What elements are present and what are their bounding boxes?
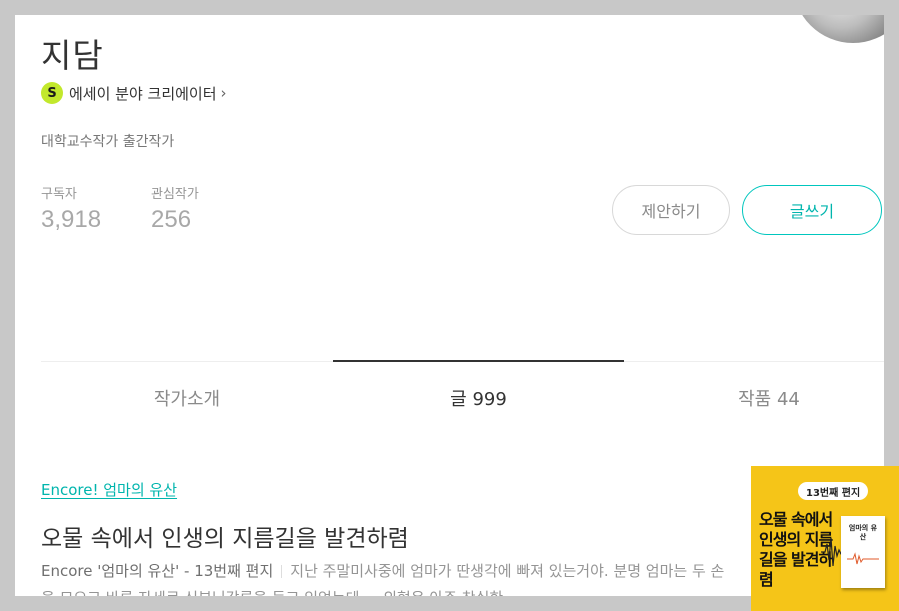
write-button[interactable]: 글쓰기 [742, 185, 882, 235]
avatar[interactable] [793, 15, 884, 43]
active-tab-indicator [333, 360, 624, 362]
tab-works[interactable]: 작품 44 [624, 385, 884, 411]
divider [281, 565, 283, 578]
author-bio: 대학교수작가 출간작가 [41, 134, 175, 150]
book-cover-title: 엄마의 유산 [848, 524, 878, 541]
book-cover-image: 엄마의 유산 [841, 516, 885, 588]
tab-posts[interactable]: 글 999 [333, 385, 624, 411]
thumbnail-badge: 13번째 편지 [798, 482, 869, 500]
tab-intro[interactable]: 작가소개 [41, 385, 333, 411]
creator-badge-icon: S [41, 82, 63, 104]
post-title[interactable]: 오물 속에서 인생의 지름길을 발견하렴 [41, 519, 409, 553]
subscribers-count: 3,918 [41, 206, 102, 233]
creator-category-label: 에세이 분야 크리에이터 [69, 84, 217, 103]
post-subtitle: Encore '엄마의 유산' - 13번째 편지 [41, 562, 274, 580]
creator-category-link[interactable]: S 에세이 분야 크리에이터 › [41, 81, 227, 105]
post-excerpt[interactable]: Encore '엄마의 유산' - 13번째 편지 지난 주말미사중에 엄마가 딴… [41, 558, 731, 596]
following-stat[interactable]: 관심작가 256 [151, 183, 199, 234]
propose-button[interactable]: 제안하기 [612, 185, 730, 235]
following-label: 관심작가 [151, 187, 199, 202]
chevron-right-icon: › [220, 84, 227, 102]
subscribers-label: 구독자 [41, 187, 77, 202]
author-name: 지담 [41, 36, 104, 75]
post-thumbnail[interactable]: 13번째 편지 오물 속에서 인생의 지름길을 발견하렴 엄마의 유산 [751, 466, 899, 611]
series-link[interactable]: Encore! 엄마의 유산 [41, 479, 177, 500]
following-count: 256 [151, 206, 192, 233]
subscribers-stat[interactable]: 구독자 3,918 [41, 183, 101, 234]
book-cover-graphic [847, 552, 879, 565]
